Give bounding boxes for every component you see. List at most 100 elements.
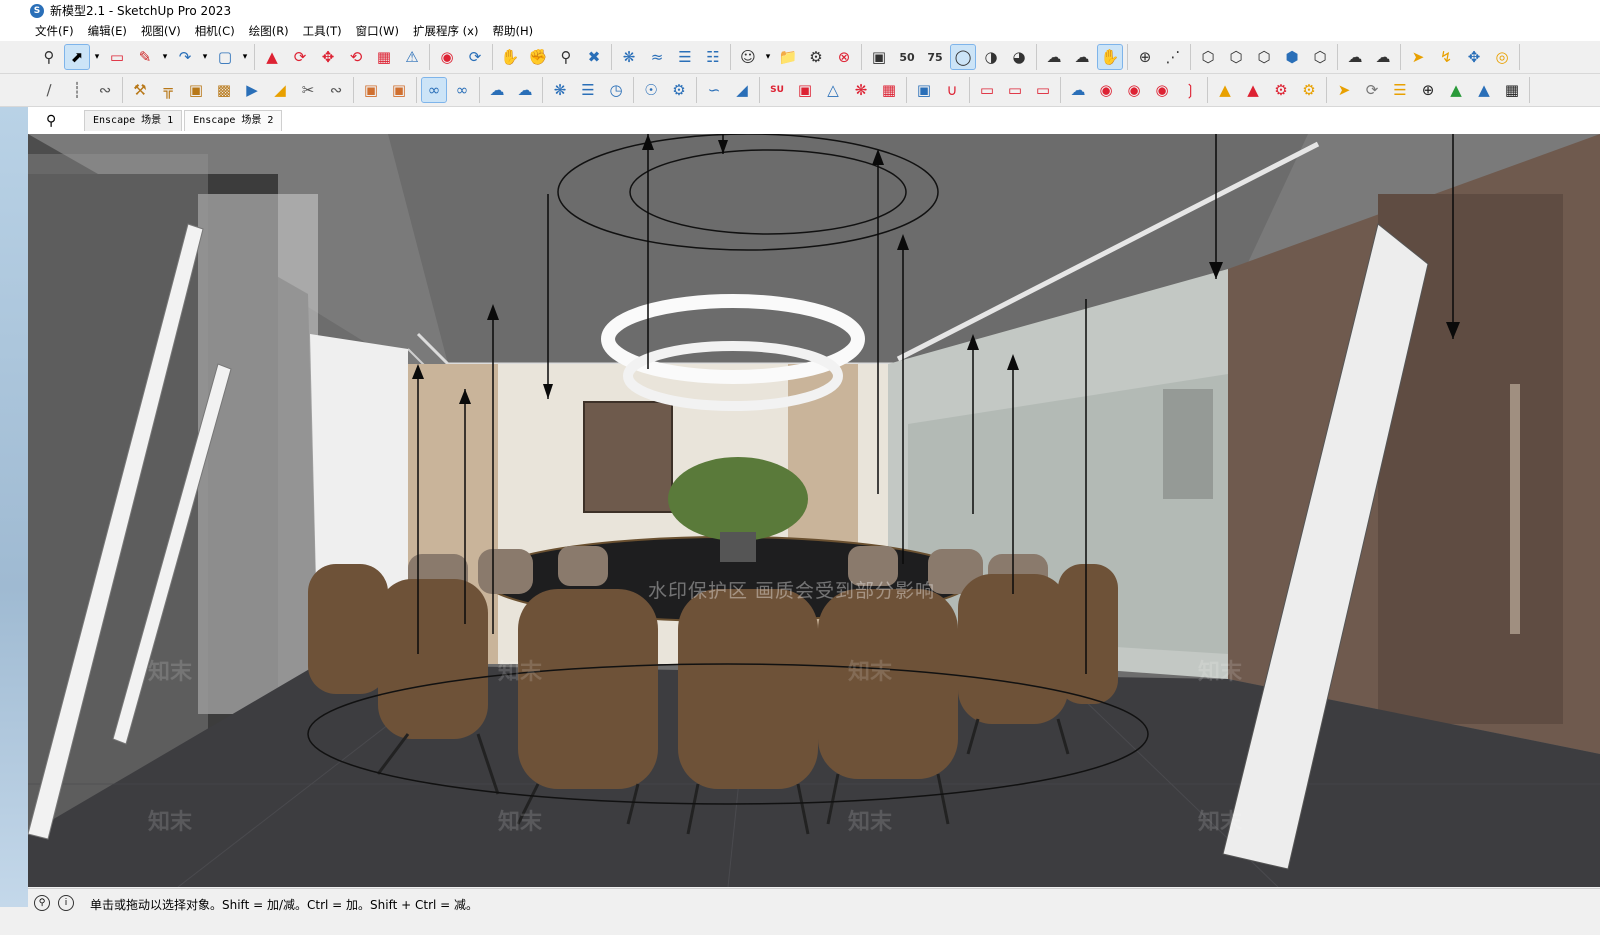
- rss-icon[interactable]: ❳: [1178, 78, 1202, 102]
- menu-window[interactable]: 窗口(W): [349, 23, 406, 39]
- half-circle-icon[interactable]: ◑: [979, 45, 1003, 69]
- menu-file[interactable]: 文件(F): [28, 23, 81, 39]
- rotate-icon[interactable]: ⟳: [288, 45, 312, 69]
- menu-help[interactable]: 帮助(H): [485, 23, 540, 39]
- hand-icon[interactable]: ✋: [1097, 44, 1123, 70]
- pencil-line-icon[interactable]: ✎: [133, 45, 157, 69]
- wedge-icon[interactable]: ◢: [268, 78, 292, 102]
- su-app-icon[interactable]: SU: [765, 78, 789, 102]
- cloud-sync-icon[interactable]: ☁: [1343, 45, 1367, 69]
- scale-icon[interactable]: ▦: [372, 45, 396, 69]
- shape-icon[interactable]: ▢: [213, 45, 237, 69]
- menu-tools[interactable]: 工具(T): [296, 23, 349, 39]
- cloud-icon[interactable]: ☁: [1042, 45, 1066, 69]
- hammer-icon[interactable]: ⚒: [128, 78, 152, 102]
- compass-icon[interactable]: ☉: [639, 78, 663, 102]
- warning-tape-icon[interactable]: ⚠: [400, 45, 424, 69]
- magnet-icon[interactable]: ∪: [940, 78, 964, 102]
- mountain-icon[interactable]: ▲: [1472, 78, 1496, 102]
- spiral-icon[interactable]: ∞: [450, 78, 474, 102]
- tree-icon[interactable]: ▲: [1444, 78, 1468, 102]
- drop-icon[interactable]: ◯: [950, 44, 976, 70]
- plus-circle-icon[interactable]: ⊕: [1416, 78, 1440, 102]
- hand-grab-icon[interactable]: ✊: [526, 45, 550, 69]
- model-viewport[interactable]: 水印保护区 画质会受到部分影响 知末 知末 知末 知末 知末 知末 知末 知末: [28, 134, 1600, 887]
- cube-back-icon[interactable]: ⬡: [1308, 45, 1332, 69]
- bars-orange-icon[interactable]: ☰: [1388, 78, 1412, 102]
- search-icon[interactable]: ⚲: [46, 113, 66, 129]
- menu-edit[interactable]: 编辑(E): [81, 23, 134, 39]
- pipe-icon[interactable]: ▣: [912, 78, 936, 102]
- slope-icon[interactable]: ▭: [1031, 78, 1055, 102]
- box-icon[interactable]: ▣: [184, 78, 208, 102]
- scissors-icon[interactable]: ✂: [296, 78, 320, 102]
- dropdown-arrow-icon[interactable]: ▾: [159, 45, 171, 69]
- link-icon[interactable]: ▣: [387, 78, 411, 102]
- zoom-icon[interactable]: ⚲: [554, 45, 578, 69]
- scene-tab-2[interactable]: Enscape 场景 2: [184, 110, 283, 131]
- badge-75-icon[interactable]: 75: [923, 45, 947, 69]
- menu-camera[interactable]: 相机(C): [188, 23, 242, 39]
- component-icon[interactable]: ❋: [617, 45, 641, 69]
- dashed-line-icon[interactable]: ⋰: [1161, 45, 1185, 69]
- bars-icon[interactable]: ☰: [576, 78, 600, 102]
- record-icon[interactable]: ◉: [1150, 78, 1174, 102]
- snake-icon[interactable]: ∾: [93, 78, 117, 102]
- dropdown-arrow-icon[interactable]: ▾: [762, 45, 774, 69]
- stairs-icon[interactable]: ∽: [702, 78, 726, 102]
- clock-icon[interactable]: ◷: [604, 78, 628, 102]
- cube-top-icon[interactable]: ⬡: [1224, 45, 1248, 69]
- search-icon[interactable]: ⚲: [37, 45, 61, 69]
- orbit-icon[interactable]: ⟳: [463, 45, 487, 69]
- table-icon[interactable]: ╦: [156, 78, 180, 102]
- lightning-icon[interactable]: ↯: [1434, 45, 1458, 69]
- paint-icon[interactable]: ◉: [435, 45, 459, 69]
- cloud-upload-icon[interactable]: ☰: [673, 45, 697, 69]
- badge-50-icon[interactable]: 50: [895, 45, 919, 69]
- folder-icon[interactable]: 📁: [776, 45, 800, 69]
- rails-icon[interactable]: ▭: [975, 78, 999, 102]
- dropdown-arrow-icon[interactable]: ▾: [239, 45, 251, 69]
- menu-draw[interactable]: 绘图(R): [242, 23, 296, 39]
- stripe-circle-icon[interactable]: ◕: [1007, 45, 1031, 69]
- bug-icon[interactable]: ◉: [1094, 78, 1118, 102]
- fire-icon[interactable]: ▲: [1241, 78, 1265, 102]
- layers-orange-icon[interactable]: ▲: [1213, 78, 1237, 102]
- cloud-share-icon[interactable]: ☁: [1371, 45, 1395, 69]
- stack-icon[interactable]: ▦: [877, 78, 901, 102]
- gear-orange-icon[interactable]: ⚙: [1297, 78, 1321, 102]
- cloud-red-icon[interactable]: ☁: [1066, 78, 1090, 102]
- frame-icon[interactable]: ▣: [359, 78, 383, 102]
- sync-icon[interactable]: ⟳: [1360, 78, 1384, 102]
- tag-icon[interactable]: ➤: [1332, 78, 1356, 102]
- chip-icon[interactable]: ▣: [867, 45, 891, 69]
- zoom-extents-icon[interactable]: ✖: [582, 45, 606, 69]
- settings-icon[interactable]: ⚙: [667, 78, 691, 102]
- user-icon[interactable]: ☺: [736, 45, 760, 69]
- layers-icon[interactable]: ≈: [645, 45, 669, 69]
- wire-icon[interactable]: △: [821, 78, 845, 102]
- loop-icon[interactable]: ☁: [513, 78, 537, 102]
- map-layers-icon[interactable]: ☷: [701, 45, 725, 69]
- gear-icon[interactable]: ⚙: [804, 45, 828, 69]
- ruler-icon[interactable]: ┊: [65, 78, 89, 102]
- pin-icon[interactable]: ➤: [1406, 45, 1430, 69]
- dropdown-arrow-icon[interactable]: ▾: [91, 45, 103, 69]
- knife-icon[interactable]: ∕: [37, 78, 61, 102]
- curve-icon[interactable]: ∞: [421, 77, 447, 103]
- cube-red-icon[interactable]: ▣: [793, 78, 817, 102]
- network-icon[interactable]: ❋: [849, 78, 873, 102]
- chair-icon[interactable]: ▩: [212, 78, 236, 102]
- fish-icon[interactable]: ∾: [324, 78, 348, 102]
- select-arrow-icon[interactable]: ⬈: [64, 44, 90, 70]
- cloud-edit-icon[interactable]: ☁: [485, 78, 509, 102]
- scene-tab-1[interactable]: Enscape 场景 1: [84, 110, 183, 131]
- bend-icon[interactable]: ▭: [1003, 78, 1027, 102]
- menu-view[interactable]: 视图(V): [134, 23, 188, 39]
- dot-icon[interactable]: ⊕: [1133, 45, 1157, 69]
- menu-extensions[interactable]: 扩展程序 (x): [406, 23, 485, 39]
- atom-icon[interactable]: ❋: [548, 78, 572, 102]
- download-cloud-icon[interactable]: ☁: [1070, 45, 1094, 69]
- cube-front-icon[interactable]: ⬡: [1252, 45, 1276, 69]
- move-icon[interactable]: ✥: [316, 45, 340, 69]
